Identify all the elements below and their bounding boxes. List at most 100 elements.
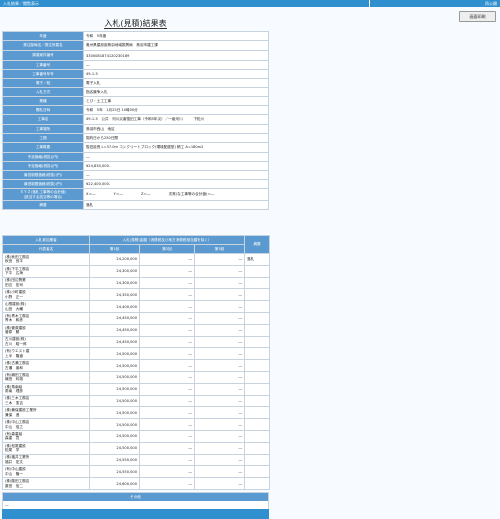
bid-amount-round-2: ― [139, 370, 195, 384]
page-title-text: 入札(見積)結果表 [104, 19, 167, 29]
bidder-cell: (株)福井工業所 福井 宏文 [2, 453, 90, 467]
bid-amount-round-3: ― [193, 276, 246, 290]
header-round-2: 第2回 [139, 244, 195, 254]
info-value: X＝― Y＝― Z＝― 次常(な工事等の合計値)＝― [83, 188, 269, 201]
info-label: 予定価格(税抜)(円) [2, 152, 84, 162]
bidder-cell: (株)中山工務店 中山 倍之 [2, 418, 90, 431]
info-row: 工事概要 復旧延長 L=37.0m コンクリートブロック(環境配慮型) 積工 A=… [2, 142, 269, 153]
bid-amount-round-3: ― [193, 253, 246, 266]
bidder-cell: (株)三木工務店 三木 憲吉 [2, 394, 90, 408]
bidder-cell: (株)角南組 角南 理彦 [2, 382, 90, 396]
bid-amount-round-1: 24,500,000 [89, 347, 140, 361]
header-remark: 摘要 [244, 235, 271, 254]
representative-name: 菅原 勝 [5, 330, 20, 335]
bid-amount-round-3: ― [193, 335, 246, 349]
table-row: (有)ウエスト建 上半 隆道 24,500,000 ― ― [2, 347, 271, 361]
print-button[interactable]: 画面印刷 [459, 11, 496, 22]
table-row: (株)菅原建設 菅原 勝 24,450,000 ― ― [2, 323, 271, 337]
bidder-cell: (株)田辺興業 田辺 宏司 [2, 276, 90, 290]
table-row: (有)中山建設 中山 隆一 24,550,000 ― ― [2, 465, 271, 479]
bid-amount-round-3: ― [193, 264, 246, 278]
bid-amount-round-3: ― [193, 323, 246, 337]
info-value: 電子入札 [83, 78, 269, 88]
bid-amount-round-2: ― [139, 359, 195, 372]
info-value: 指名競争入札 [83, 87, 269, 97]
table-row: 古川建設(株) 古川 昭一郎 24,450,000 ― ― [2, 335, 271, 349]
representative-name: 兼保 進 [5, 412, 20, 417]
bid-remark [244, 359, 271, 372]
info-label: 入札方式 [2, 87, 84, 97]
bid-amount-round-1: 24,500,000 [89, 441, 140, 455]
bid-remark [244, 465, 271, 479]
bid-amount-round-2: ― [139, 465, 195, 479]
table-row: (株)秋田工務店 秋田 良平 24,200,000 ― ― 落札 [2, 253, 271, 266]
bid-remark: 落札 [244, 253, 271, 266]
bidder-cell: (有)中山建設 中山 隆一 [2, 465, 90, 479]
representative-name: 青木 和彦 [5, 318, 23, 323]
info-row: 入札方式 指名競争入札 [2, 87, 269, 97]
bid-remark [244, 347, 271, 361]
info-label: ＸＹＺ(落札工事等の合計値) (該当する該当等の場合) [2, 188, 84, 201]
info-value: ― [83, 152, 269, 162]
info-value: とび・土工工事 [83, 96, 269, 106]
info-row: 年度 令和 5年度 [2, 31, 269, 41]
table-row: (株)古瀬工務店 古瀬 朋和 24,500,000 ― ― [2, 359, 271, 372]
bid-amount-round-1: 24,300,000 [89, 276, 140, 290]
info-label: 工事番号年号 [2, 69, 84, 79]
republish-link[interactable]: 再公開 [485, 0, 497, 7]
bid-table: 入札参加業者 入札(見積)金額（消費税及び地方消費税相当額を除く） 摘要 代表者… [2, 235, 271, 490]
header-round-1: 第1回 [89, 244, 140, 254]
bid-amount-round-1: 24,450,000 [89, 335, 140, 349]
bid-remark [244, 288, 271, 302]
info-label: 年度 [2, 31, 84, 41]
table-row: (株)小町建設 小野 正一 24,350,000 ― ― [2, 288, 271, 302]
bid-amount-round-2: ― [139, 335, 195, 349]
info-label: 工事番号 [2, 60, 84, 70]
info-value: ¥22,400,000- [83, 179, 269, 189]
bid-amount-round-2: ― [139, 477, 195, 490]
bid-remark [244, 276, 271, 290]
info-row: 最低制限価格(税抜)(円) ¥22,400,000- [2, 179, 269, 189]
info-value: 49‐1‐5 公共 河川災害復旧工事（令和5年災）／一級河川 下松川 [83, 114, 269, 125]
info-label: 調達案件番号 [2, 50, 84, 61]
info-value: 49‐1‐5 [83, 69, 269, 79]
table-row: (有)森重組 森重 寛 24,500,000 ― ― [2, 429, 271, 443]
bid-amount-round-3: ― [193, 418, 246, 431]
table-row: 山根建設(株) 山田 大輔 24,400,000 ― ― [2, 300, 271, 313]
bid-amount-round-3: ― [193, 382, 246, 396]
info-label: 発注部局名／発注所属名 [2, 40, 84, 51]
bid-amount-round-3: ― [193, 394, 246, 408]
table-row: (株)中山工務店 中山 倍之 24,500,000 ― ― [2, 418, 271, 431]
info-value: 令和 5年 1月25日 10時00分 [83, 105, 269, 115]
representative-name: 下平 広海 [5, 271, 23, 276]
bidder-cell: (有)ウエスト建 上半 隆道 [2, 347, 90, 361]
info-table: 年度 令和 5年度 発注部局名／発注所属名 奥州県建設部鳥羽地域振興局 鳥羽市建工課調… [2, 31, 269, 210]
table-row: (株)藤田工務店 藤田 信二 24,600,000 ― ― [2, 477, 271, 490]
info-value: 3300081874120230189 [83, 50, 269, 61]
bid-amount-round-2: ― [139, 453, 195, 467]
bid-remark [244, 370, 271, 384]
info-label-line: (該当する該当等の場合) [23, 194, 63, 199]
table-row: (株)松尾建設 松尾 学 24,500,000 ― ― [2, 441, 271, 455]
representative-name: 田辺 宏司 [5, 282, 23, 287]
representative-name: 松尾 学 [5, 448, 20, 453]
info-value: ¥24,830,000- [83, 161, 269, 171]
info-label: 最低制限価格(税抜)(円) [2, 179, 84, 189]
bid-amount-round-2: ― [139, 406, 195, 420]
table-row: (株)三木工務店 三木 憲吉 24,500,000 ― ― [2, 394, 271, 408]
info-row: 業種 とび・土工工事 [2, 96, 269, 106]
info-label: 電子／紙 [2, 78, 84, 88]
table-row: (株)田辺興業 田辺 宏司 24,300,000 ― ― [2, 276, 271, 290]
bid-amount-round-2: ― [139, 311, 195, 325]
info-row: 予定価格(税抜)(円) ― [2, 152, 269, 162]
bid-amount-round-2: ― [139, 288, 195, 302]
bottom-bar [2, 509, 269, 519]
bid-amount-round-1: 24,500,000 [89, 406, 140, 420]
representative-name: 中山 倍之 [5, 424, 23, 429]
info-row: ＸＹＺ(落札工事等の合計値) (該当する該当等の場合) X＝― Y＝― Z＝― 次常… [2, 188, 269, 201]
bidder-cell: (株)古瀬工務店 古瀬 朋和 [2, 359, 90, 372]
info-row: 工事場所 鳥羽市西山 地区 [2, 124, 269, 134]
info-label: 最低制限価格(税抜)(円) [2, 170, 84, 180]
info-row: 予定価格(税抜)(円) ¥24,830,000- [2, 161, 269, 171]
info-value: ― [83, 60, 269, 70]
